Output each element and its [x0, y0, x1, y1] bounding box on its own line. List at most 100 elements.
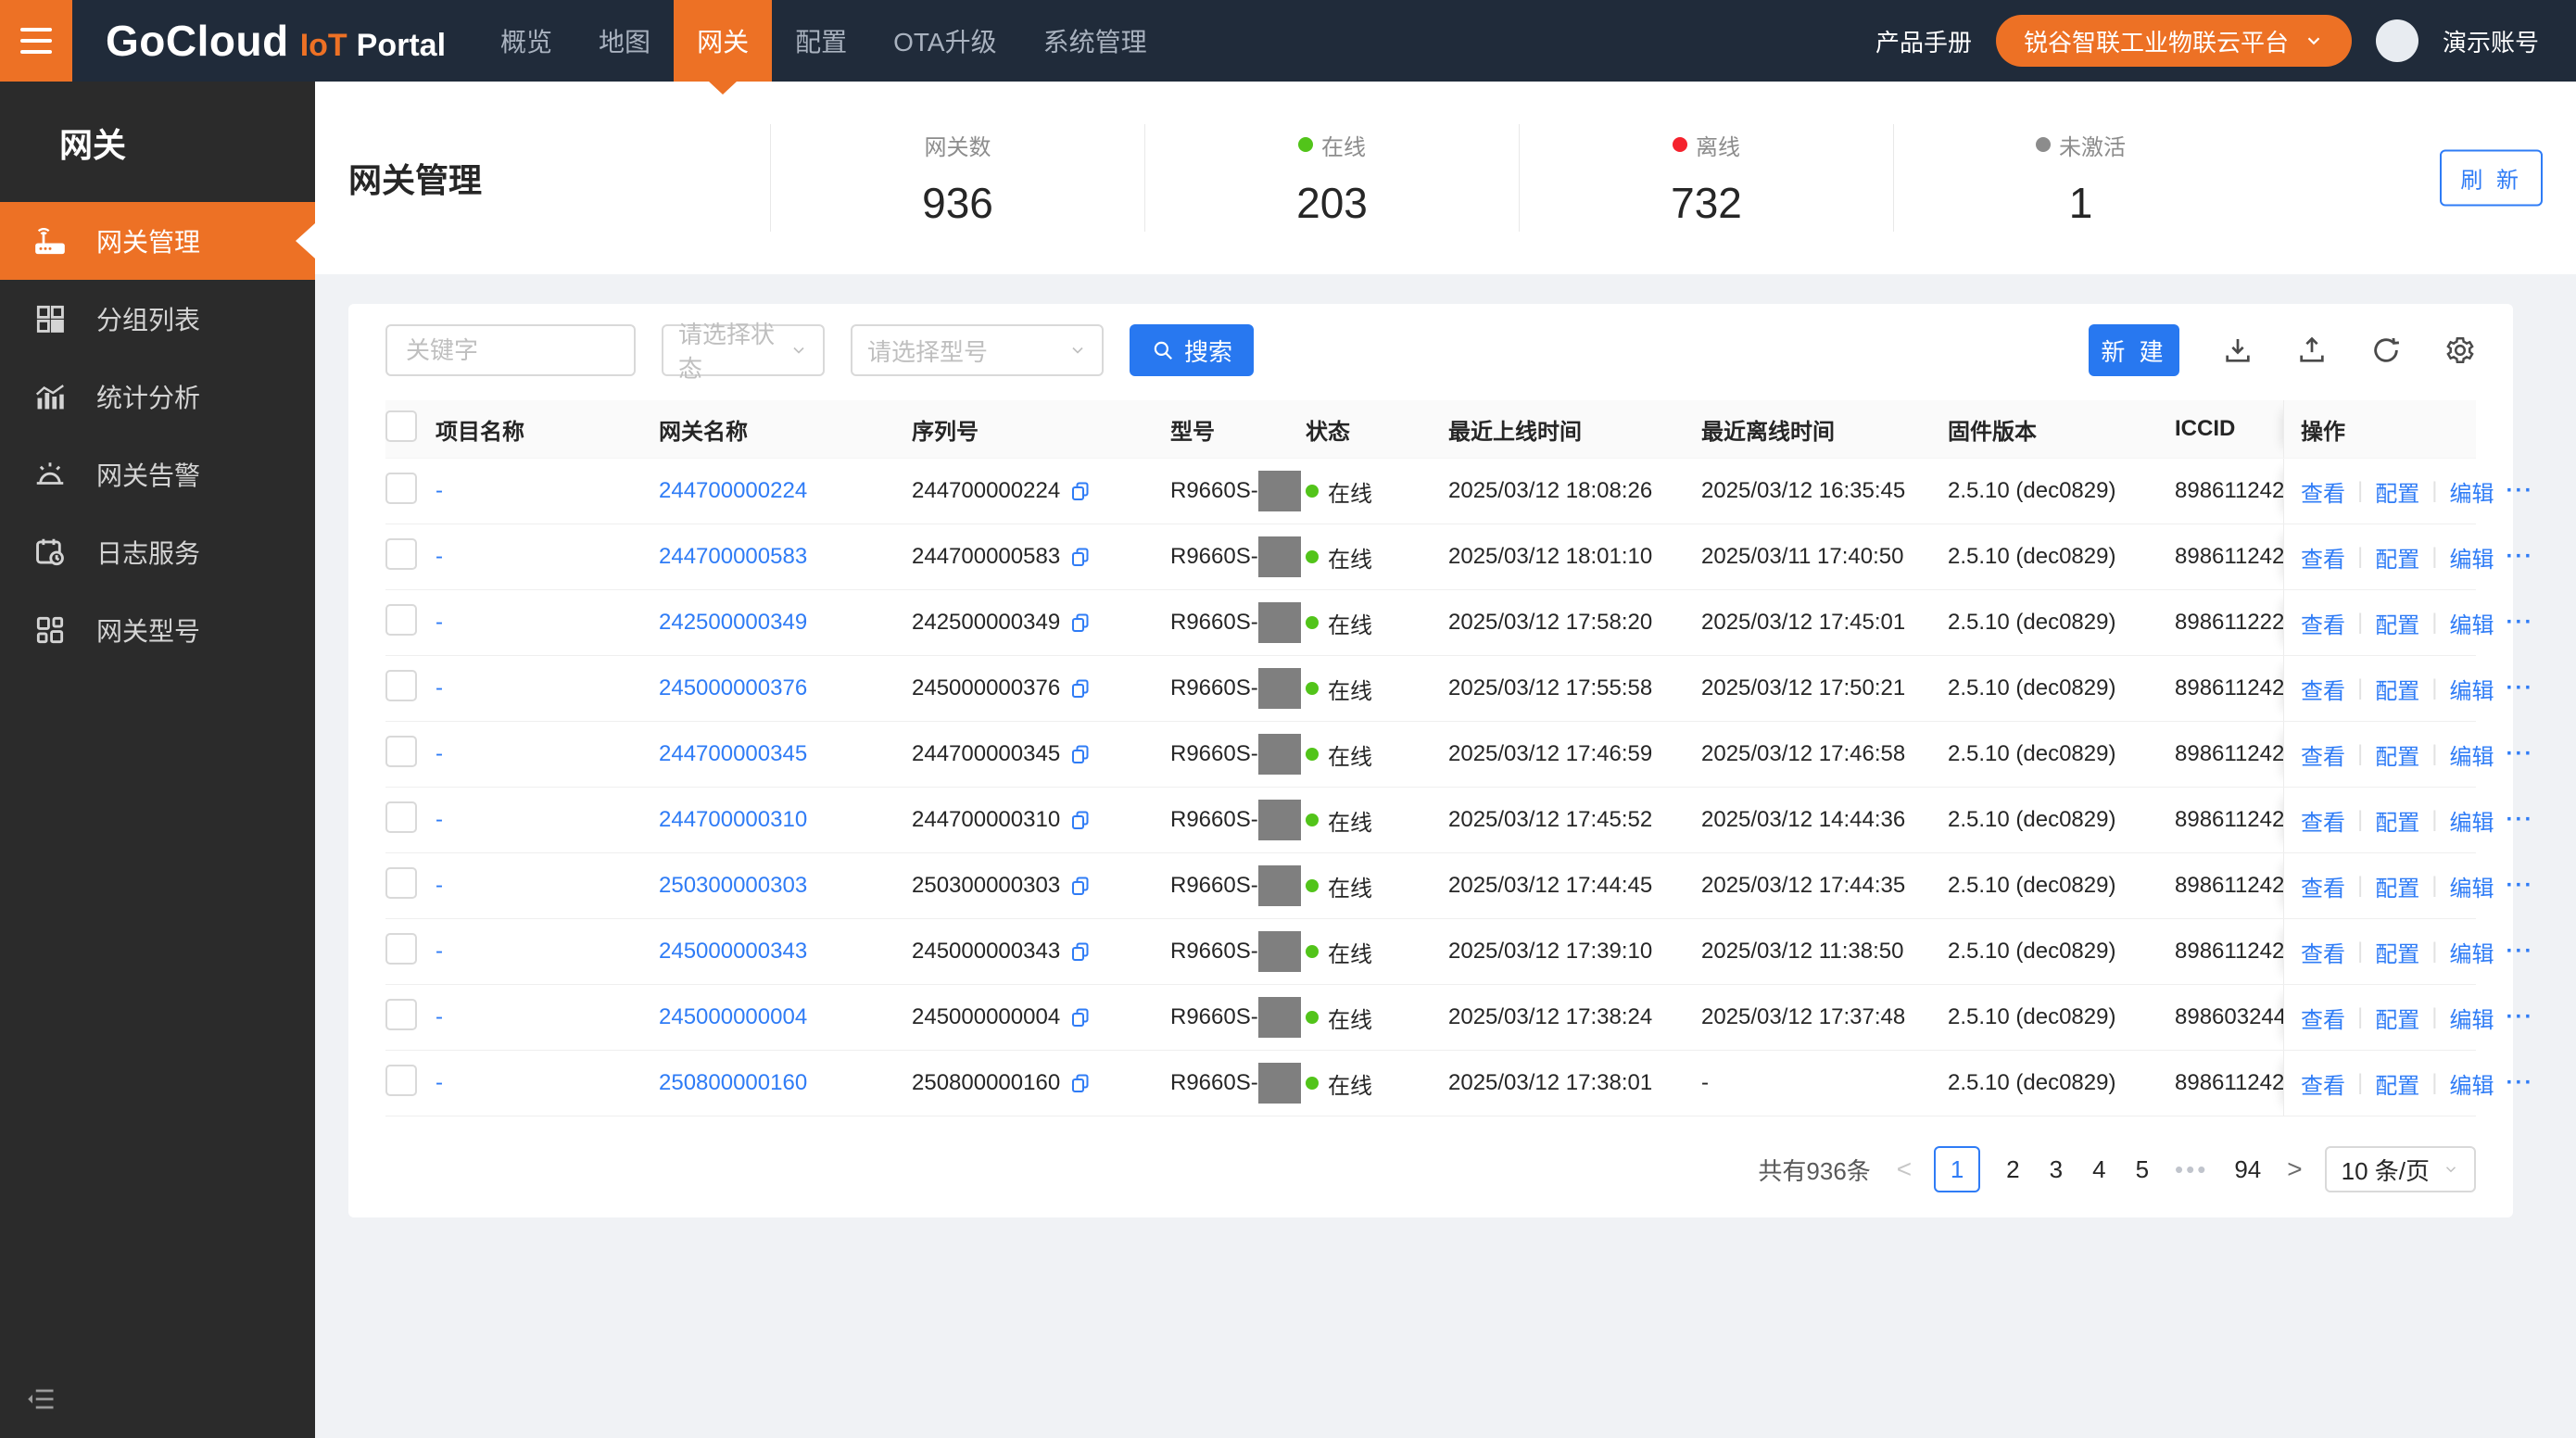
row-checkbox[interactable] — [385, 998, 417, 1030]
collapse-sidebar-icon[interactable] — [24, 1382, 57, 1416]
cell-project[interactable]: - — [436, 610, 659, 636]
copy-icon[interactable] — [1069, 546, 1092, 568]
pagination-page-3[interactable]: 3 — [2046, 1155, 2066, 1184]
edit-action[interactable]: 编辑 — [2449, 1002, 2494, 1034]
gateway-name-link[interactable]: 245000000376 — [659, 675, 807, 700]
cell-project[interactable]: - — [436, 939, 659, 965]
row-checkbox[interactable] — [385, 932, 417, 965]
search-button[interactable]: 搜索 — [1130, 324, 1254, 376]
sidebar-item-gateway-management[interactable]: 网关管理 — [0, 202, 315, 280]
status-select[interactable]: 请选择状态 — [662, 321, 825, 383]
config-action[interactable]: 配置 — [2375, 607, 2419, 639]
cell-project[interactable]: - — [436, 1004, 659, 1030]
pagination-page-last[interactable]: 94 — [2230, 1155, 2265, 1184]
page-size-select[interactable]: 10 条/页 — [2324, 1146, 2476, 1192]
cell-project[interactable]: - — [436, 478, 659, 504]
view-action[interactable]: 查看 — [2301, 673, 2345, 705]
edit-action[interactable]: 编辑 — [2449, 936, 2494, 968]
gear-icon[interactable] — [2444, 334, 2476, 366]
keyword-input[interactable] — [385, 324, 636, 376]
more-actions-icon[interactable]: ··· — [2506, 873, 2533, 899]
download-icon[interactable] — [2222, 334, 2254, 366]
cell-project[interactable]: - — [436, 675, 659, 701]
pagination-page-4[interactable]: 4 — [2089, 1155, 2109, 1184]
view-action[interactable]: 查看 — [2301, 804, 2345, 837]
edit-action[interactable]: 编辑 — [2449, 541, 2494, 574]
refresh-button[interactable]: 刷 新 — [2440, 149, 2543, 207]
row-checkbox[interactable] — [385, 866, 417, 899]
view-action[interactable]: 查看 — [2301, 738, 2345, 771]
pagination-page-1[interactable]: 1 — [1934, 1146, 1981, 1192]
gateway-name-link[interactable]: 242500000349 — [659, 610, 807, 635]
more-actions-icon[interactable]: ··· — [2506, 610, 2533, 636]
cell-project[interactable]: - — [436, 1070, 659, 1096]
view-action[interactable]: 查看 — [2301, 607, 2345, 639]
sidebar-item-gateway-alarm[interactable]: 网关告警 — [0, 435, 315, 513]
edit-action[interactable]: 编辑 — [2449, 738, 2494, 771]
view-action[interactable]: 查看 — [2301, 1067, 2345, 1100]
gateway-name-link[interactable]: 245000000004 — [659, 1004, 807, 1029]
refresh-icon[interactable] — [2370, 334, 2402, 366]
cell-project[interactable]: - — [436, 873, 659, 899]
hamburger-menu-icon[interactable] — [0, 0, 72, 82]
copy-icon[interactable] — [1069, 1072, 1092, 1094]
pagination-page-2[interactable]: 2 — [2002, 1155, 2023, 1184]
copy-icon[interactable] — [1069, 1006, 1092, 1028]
config-action[interactable]: 配置 — [2375, 936, 2419, 968]
config-action[interactable]: 配置 — [2375, 1002, 2419, 1034]
more-actions-icon[interactable]: ··· — [2506, 1004, 2533, 1030]
sidebar-item-group-list[interactable]: 分组列表 — [0, 280, 315, 358]
copy-icon[interactable] — [1069, 940, 1092, 963]
edit-action[interactable]: 编辑 — [2449, 1067, 2494, 1100]
row-checkbox[interactable] — [385, 669, 417, 701]
edit-action[interactable]: 编辑 — [2449, 870, 2494, 902]
nav-item-config[interactable]: 配置 — [772, 0, 870, 82]
nav-item-map[interactable]: 地图 — [575, 0, 674, 82]
more-actions-icon[interactable]: ··· — [2506, 807, 2533, 833]
upload-icon[interactable] — [2296, 334, 2328, 366]
config-action[interactable]: 配置 — [2375, 541, 2419, 574]
edit-action[interactable]: 编辑 — [2449, 804, 2494, 837]
sidebar-item-log-service[interactable]: 日志服务 — [0, 513, 315, 591]
more-actions-icon[interactable]: ··· — [2506, 544, 2533, 570]
more-actions-icon[interactable]: ··· — [2506, 478, 2533, 504]
row-checkbox[interactable] — [385, 603, 417, 636]
copy-icon[interactable] — [1069, 612, 1092, 634]
config-action[interactable]: 配置 — [2375, 804, 2419, 837]
cell-project[interactable]: - — [436, 741, 659, 767]
pagination-prev-icon[interactable]: < — [1897, 1154, 1912, 1184]
nav-item-overview[interactable]: 概览 — [477, 0, 575, 82]
config-action[interactable]: 配置 — [2375, 870, 2419, 902]
pagination-ellipsis[interactable]: ••• — [2175, 1155, 2208, 1184]
sidebar-item-gateway-model[interactable]: 网关型号 — [0, 591, 315, 669]
gateway-name-link[interactable]: 244700000583 — [659, 544, 807, 569]
row-checkbox[interactable] — [385, 801, 417, 833]
edit-action[interactable]: 编辑 — [2449, 607, 2494, 639]
gateway-name-link[interactable]: 244700000310 — [659, 807, 807, 832]
create-button[interactable]: 新 建 — [2089, 324, 2179, 376]
select-all-checkbox[interactable] — [385, 410, 417, 442]
view-action[interactable]: 查看 — [2301, 475, 2345, 508]
view-action[interactable]: 查看 — [2301, 1002, 2345, 1034]
nav-item-ota[interactable]: OTA升级 — [870, 0, 1019, 82]
view-action[interactable]: 查看 — [2301, 541, 2345, 574]
copy-icon[interactable] — [1069, 809, 1092, 831]
more-actions-icon[interactable]: ··· — [2506, 939, 2533, 965]
sidebar-item-statistics[interactable]: 统计分析 — [0, 358, 315, 435]
more-actions-icon[interactable]: ··· — [2506, 1070, 2533, 1096]
config-action[interactable]: 配置 — [2375, 475, 2419, 508]
row-checkbox[interactable] — [385, 1064, 417, 1096]
model-select[interactable]: 请选择型号 — [851, 324, 1104, 376]
config-action[interactable]: 配置 — [2375, 1067, 2419, 1100]
copy-icon[interactable] — [1069, 875, 1092, 897]
edit-action[interactable]: 编辑 — [2449, 475, 2494, 508]
tenant-selector[interactable]: 锐谷智联工业物联云平台 — [1995, 15, 2352, 67]
product-manual-link[interactable]: 产品手册 — [1875, 24, 1972, 58]
gateway-name-link[interactable]: 245000000343 — [659, 939, 807, 964]
view-action[interactable]: 查看 — [2301, 870, 2345, 902]
copy-icon[interactable] — [1069, 677, 1092, 700]
pagination-next-icon[interactable]: > — [2287, 1154, 2302, 1184]
row-checkbox[interactable] — [385, 472, 417, 504]
nav-item-gateway[interactable]: 网关 — [674, 0, 773, 82]
config-action[interactable]: 配置 — [2375, 738, 2419, 771]
